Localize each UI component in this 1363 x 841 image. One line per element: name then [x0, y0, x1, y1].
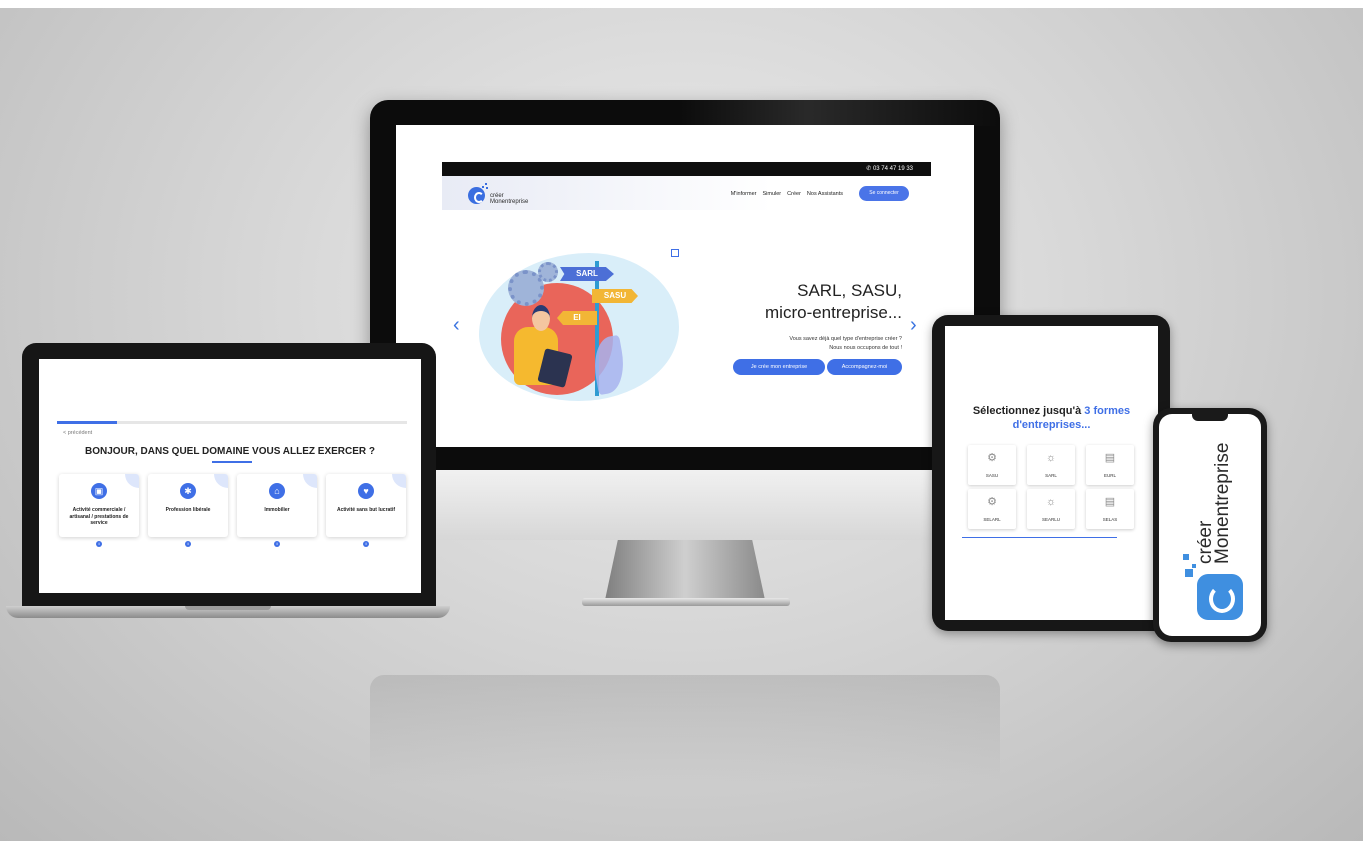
card-corner [214, 474, 228, 488]
domain-label: Activité commerciale / artisanal / prest… [69, 507, 129, 526]
small-gear-icon [538, 262, 558, 282]
domain-card-liberal[interactable]: ✱ Profession libérale [148, 474, 228, 537]
info-icon[interactable]: i [274, 541, 280, 547]
carousel-next-icon[interactable]: › [910, 315, 917, 335]
bulb-gear-icon: ⚙ [987, 496, 997, 508]
domain-label: Immobilier [264, 507, 290, 513]
form-label: EURL [1103, 473, 1116, 478]
hero-subtitle-line2: Nous nous occupons de tout ! [829, 345, 902, 351]
bulb-icon: ☼ [1045, 496, 1057, 508]
sign-sarl: SARL [560, 267, 614, 281]
top-white-strip [0, 0, 1363, 8]
info-icon[interactable]: i [96, 541, 102, 547]
domain-label: Activité sans but lucratif [336, 507, 396, 513]
sign-sasu: SASU [592, 289, 638, 303]
imac-stand [605, 540, 765, 600]
document-icon: ▤ [1104, 452, 1116, 464]
tablet-title-part1: Sélectionnez jusqu'à [972, 405, 1082, 417]
form-card-selas[interactable]: ▤ SELAS [1086, 489, 1134, 529]
nav-creer[interactable]: Créer [787, 191, 801, 197]
home-icon: ⌂ [269, 483, 285, 499]
laptop-website: < précédent BONJOUR, DANS QUEL DOMAINE V… [39, 359, 421, 593]
tablet-title: Sélectionnez jusqu'à 3 formes d'entrepri… [945, 404, 1158, 432]
hero-title-line2: micro-entreprise... [765, 303, 902, 322]
hero-subtitle: Vous savez déjà quel type d'entreprise c… [789, 335, 902, 353]
imac-glare [680, 100, 1000, 126]
document-icon: ▤ [1104, 496, 1116, 508]
bulb-icon: ☼ [1045, 452, 1057, 464]
info-icon[interactable]: i [185, 541, 191, 547]
nav-informer[interactable]: M'informer [731, 191, 757, 197]
progress-fill [57, 421, 117, 424]
phone-notch [1192, 414, 1228, 421]
card-corner [392, 474, 406, 488]
question-title: BONJOUR, DANS QUEL DOMAINE VOUS ALLEZ EX… [84, 446, 376, 457]
card-corner [303, 474, 317, 488]
bulb-gear-icon: ⚙ [987, 452, 997, 464]
imac-chin [370, 470, 1000, 540]
form-label: SARL [1045, 473, 1057, 478]
form-card-searlu[interactable]: ☼ SEARLU [1027, 489, 1075, 529]
hero-title: SARL, SASU, micro-entreprise... [765, 280, 902, 324]
tablet-website: Sélectionnez jusqu'à 3 formes d'entrepri… [945, 326, 1158, 620]
logo-mark-icon[interactable] [468, 187, 485, 204]
laptop-notch [185, 606, 271, 610]
hero-title-line1: SARL, SASU, [797, 281, 902, 300]
imac-reflection [370, 675, 1000, 785]
login-button[interactable]: Se connecter [859, 186, 909, 201]
back-link[interactable]: < précédent [63, 430, 92, 436]
form-card-eurl[interactable]: ▤ EURL [1086, 445, 1134, 485]
nav-assistants[interactable]: Nos Assistants [807, 191, 843, 197]
domain-card-nonprofit[interactable]: ♥ Activité sans but lucratif [326, 474, 406, 537]
form-label: SELAS [1102, 517, 1118, 522]
support-button[interactable]: Accompagnez-moi [827, 359, 902, 375]
phone-logo-text: créer Monentreprise [1195, 424, 1233, 564]
card-corner [125, 474, 139, 488]
form-card-sasu[interactable]: ⚙ SASU [968, 445, 1016, 485]
form-label: SELARL [983, 517, 1001, 522]
logo-dots-icon [482, 183, 488, 189]
nav-simuler[interactable]: Simuler [763, 191, 782, 197]
tablet-divider [962, 537, 1117, 538]
domain-card-immobilier[interactable]: ⌂ Immobilier [237, 474, 317, 537]
sign-ei: EI [557, 311, 597, 325]
carousel-prev-icon[interactable]: ‹ [453, 315, 460, 335]
domain-card-commercial[interactable]: ▣ Activité commerciale / artisanal / pre… [59, 474, 139, 537]
phone-number[interactable]: ✆ 03 74 47 19 33 [866, 165, 913, 172]
desktop-website: ✆ 03 74 47 19 33 créer Monentreprise M'i… [396, 125, 974, 447]
title-underline [212, 461, 252, 463]
form-label: SEARLU [1041, 517, 1060, 522]
site-header: créer Monentreprise M'informer Simuler C… [442, 176, 931, 210]
runner-icon: ✱ [180, 483, 196, 499]
logo-text[interactable]: créer Monentreprise [490, 193, 528, 205]
info-icon[interactable]: i [363, 541, 369, 547]
imac-stand-foot [582, 598, 790, 606]
domain-label: Profession libérale [165, 507, 211, 513]
form-label: SASU [985, 473, 999, 478]
form-card-selarl[interactable]: ⚙ SELARL [968, 489, 1016, 529]
logo-mark-icon [1197, 574, 1243, 620]
person-head [532, 305, 550, 331]
phone-number-text: 03 74 47 19 33 [872, 166, 913, 172]
hero-subtitle-line1: Vous savez déjà quel type d'entreprise c… [789, 336, 902, 342]
progress-bar [57, 421, 407, 424]
top-contact-bar: ✆ 03 74 47 19 33 [442, 162, 931, 176]
create-company-button[interactable]: Je crée mon entreprise [733, 359, 825, 375]
logo-line2: Monentreprise [490, 199, 529, 205]
form-card-sarl[interactable]: ☼ SARL [1027, 445, 1075, 485]
hand-heart-icon: ♥ [358, 483, 374, 499]
main-nav: M'informer Simuler Créer Nos Assistants [731, 191, 843, 197]
phone-splash: créer Monentreprise [1159, 414, 1261, 636]
expand-icon[interactable] [671, 249, 679, 257]
phone-logo-line2: Monentreprise [1212, 442, 1233, 564]
shop-icon: ▣ [91, 483, 107, 499]
